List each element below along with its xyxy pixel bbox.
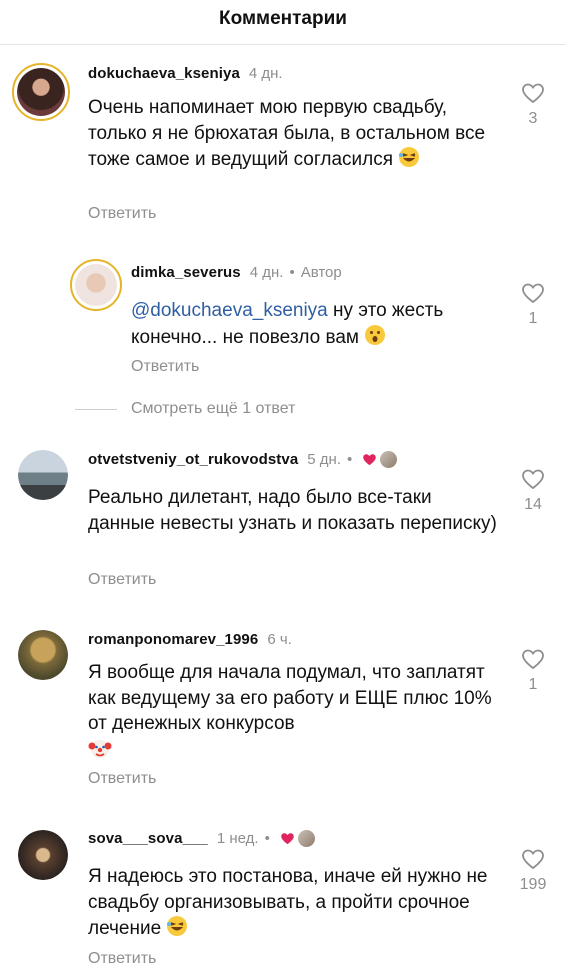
like-button[interactable]: 1 [513,648,553,694]
comment-time: 1 нед. [216,830,259,847]
view-more-replies[interactable]: Смотреть ещё 1 ответ [75,400,295,418]
mention-link[interactable]: @dokuchaeva_kseniya [131,300,328,321]
separator-dot: • [264,830,270,847]
comment-meta: sova___sova___ 1 нед. • [88,830,315,847]
clown-emoji-icon [88,737,112,769]
heart-outline-icon [522,83,544,104]
avatar[interactable] [18,830,68,880]
thread-line [75,408,117,410]
comment-meta: dimka_severus 4 дн. • Автор [131,264,342,281]
heart-filled-icon [281,833,294,845]
avatar[interactable] [12,63,70,121]
heart-filled-icon [363,454,377,466]
comment-time: 5 дн. [307,451,341,468]
comment-meta: dokuchaeva_kseniya 4 дн. [88,65,283,82]
avatar[interactable] [70,259,122,311]
view-more-replies-label: Смотреть ещё 1 ответ [131,400,296,417]
comment-username[interactable]: sova___sova___ [88,830,208,847]
page-title: Комментарии [0,0,566,38]
comment-meta: otvetstveniy_ot_rukovodstva 5 дн. • [88,451,398,468]
comment-text: Реально дилетант, надо было все-таки дан… [88,485,498,536]
author-liked-badge [280,830,315,847]
avatar[interactable] [18,630,68,680]
heart-outline-icon [522,283,544,304]
comment-time: 4 дн. [248,65,283,82]
comment-username[interactable]: dokuchaeva_kseniya [88,65,240,82]
comment-body: Очень напоминает мою первую свадьбу, тол… [88,97,486,170]
separator-dot: • [289,264,295,281]
comment-text: Я надеюсь это постанова, иначе ей нужно … [88,864,498,945]
heart-outline-icon [522,849,544,870]
heart-outline-icon [522,649,544,670]
surprised-emoji-icon [364,324,386,354]
comment-time: 6 ч. [267,631,292,648]
comment-body: Реально дилетант, надо было все-таки дан… [88,487,497,534]
like-count: 14 [524,496,542,513]
reply-button[interactable]: Ответить [88,770,156,788]
author-badge: Автор [300,264,342,281]
heart-outline-icon [522,469,544,490]
author-avatar-mini [297,830,315,847]
like-count: 1 [528,310,538,327]
like-button[interactable]: 199 [513,848,553,894]
comment-time: 4 дн. [249,264,284,281]
separator-dot: • [347,451,353,468]
avatar[interactable] [18,450,68,500]
reply-button[interactable]: Ответить [88,205,156,223]
comment-text: @dokuchaeva_kseniya ну это жесть конечно… [131,298,501,353]
reply-button[interactable]: Ответить [88,950,156,968]
like-button[interactable]: 3 [513,82,553,128]
like-button[interactable]: 14 [513,468,553,514]
like-count: 199 [519,876,547,893]
like-count: 3 [528,110,538,127]
author-avatar-mini [380,451,398,468]
header-title: Комментарии [219,8,347,29]
author-liked-badge [362,451,398,468]
like-count: 1 [528,676,538,693]
laughing-emoji-icon [166,915,188,945]
comment-meta: romanponomarev_1996 6 ч. [88,631,292,648]
comment-text: Очень напоминает мою первую свадьбу, тол… [88,95,488,176]
comment-username[interactable]: romanponomarev_1996 [88,631,258,648]
reply-button[interactable]: Ответить [88,571,156,589]
laughing-emoji-icon [398,146,420,176]
header-divider [0,44,566,45]
comment-text: Я вообще для начала подумал, что заплатя… [88,660,498,768]
comment-username[interactable]: otvetstveniy_ot_rukovodstva [88,451,298,468]
comment-username[interactable]: dimka_severus [131,264,241,281]
like-button[interactable]: 1 [513,282,553,328]
comment-body: Я вообще для начала подумал, что заплатя… [88,662,492,734]
reply-button[interactable]: Ответить [131,358,199,376]
comment-body: Я надеюсь это постанова, иначе ей нужно … [88,866,488,939]
